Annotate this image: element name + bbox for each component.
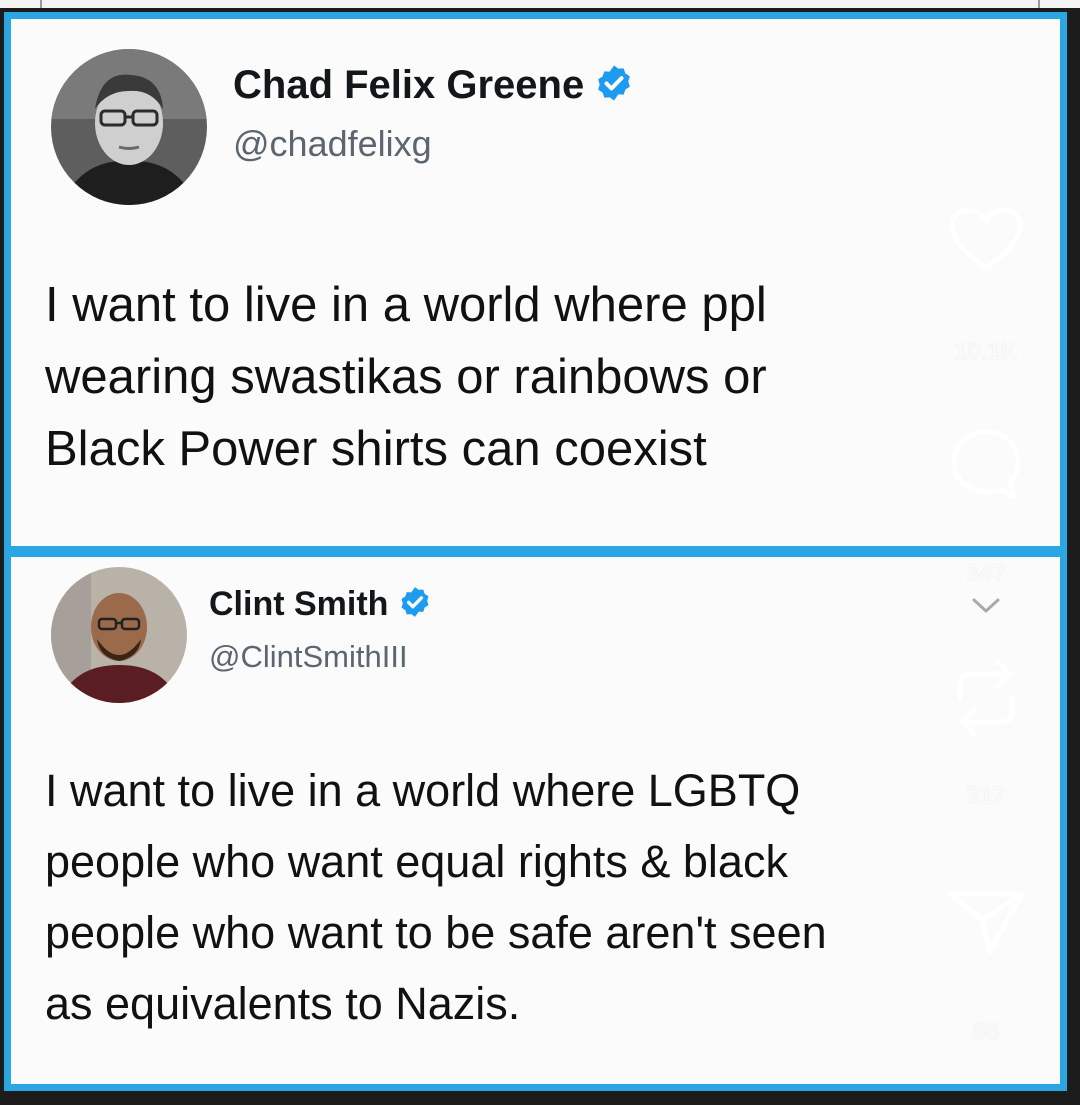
author-handle[interactable]: @ClintSmithIII <box>209 639 408 675</box>
tweet-text-line: as equivalents to Nazis. <box>45 978 521 1029</box>
author-name[interactable]: Clint Smith <box>209 585 388 624</box>
tweet-text-line: Black Power shirts can coexist <box>45 422 707 476</box>
author-row: Clint Smith <box>209 585 432 624</box>
author-row: Chad Felix Greene <box>233 63 634 108</box>
tweet-text-line: people who want equal rights & black <box>45 836 788 887</box>
avatar-chad-felix-greene[interactable] <box>51 49 207 205</box>
tweet-text-line: people who want to be safe aren't seen <box>45 907 827 958</box>
author-name[interactable]: Chad Felix Greene <box>233 63 584 108</box>
tweet-text-line: I want to live in a world where ppl <box>45 278 767 332</box>
avatar-clint-smith[interactable] <box>51 567 187 703</box>
tweet-text: I want to live in a world where LGBTQ pe… <box>45 755 1005 1039</box>
comment-icon[interactable] <box>940 426 1032 502</box>
strip-tick <box>1038 0 1040 8</box>
repost-icon[interactable] <box>940 650 1032 746</box>
strip-tick <box>40 0 42 8</box>
heart-icon[interactable] <box>940 206 1032 274</box>
tweet-text-line: wearing swastikas or rainbows or <box>45 350 767 404</box>
repost-count: 317 <box>965 782 1007 809</box>
author-handle[interactable]: @chadfelixg <box>233 123 432 165</box>
chevron-down-icon[interactable] <box>940 596 1032 616</box>
screenshot-frame: Chad Felix Greene @chadfelixg I want to … <box>0 0 1080 1105</box>
like-count: 10.1K <box>953 338 1019 365</box>
reaction-overlay: 10.1K 347 317 88 <box>940 0 1032 1105</box>
share-count: 88 <box>972 1018 1000 1045</box>
tweet-text-line: I want to live in a world where LGBTQ <box>45 765 801 816</box>
tweet-card-1: Chad Felix Greene @chadfelixg I want to … <box>4 12 1067 553</box>
top-strip <box>0 0 1080 8</box>
send-icon[interactable] <box>940 888 1032 958</box>
verified-badge-icon <box>594 63 634 108</box>
tweet-text: I want to live in a world where ppl wear… <box>45 269 1005 485</box>
tweet-card-2: Clint Smith @ClintSmithIII I want to liv… <box>4 553 1067 1091</box>
verified-badge-icon <box>398 585 432 624</box>
comment-count: 347 <box>965 560 1007 587</box>
